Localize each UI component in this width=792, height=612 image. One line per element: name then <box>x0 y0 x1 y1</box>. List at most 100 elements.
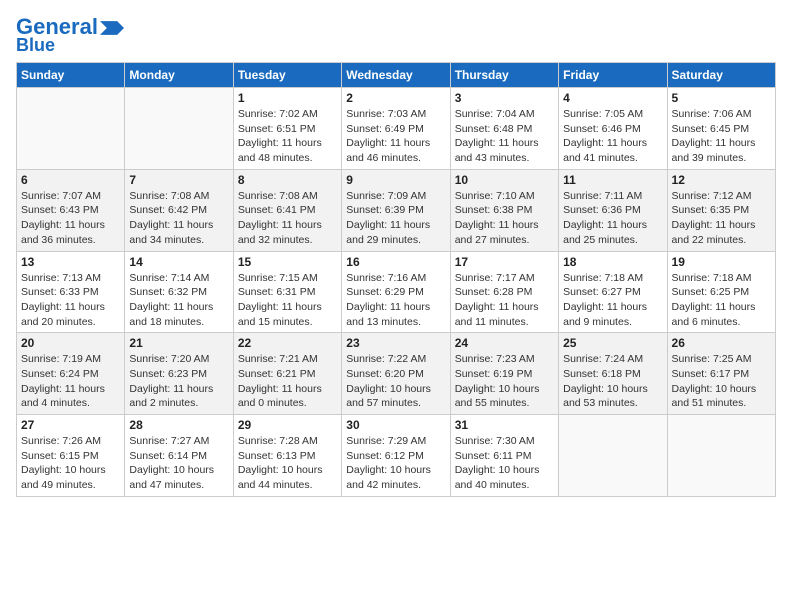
day-info: Sunrise: 7:27 AM Sunset: 6:14 PM Dayligh… <box>129 434 228 493</box>
day-number: 10 <box>455 173 554 187</box>
day-info: Sunrise: 7:14 AM Sunset: 6:32 PM Dayligh… <box>129 271 228 330</box>
day-number: 13 <box>21 255 120 269</box>
calendar-week-row: 27 Sunrise: 7:26 AM Sunset: 6:15 PM Dayli… <box>17 415 776 497</box>
calendar-header-row: SundayMondayTuesdayWednesdayThursdayFrid… <box>17 63 776 88</box>
day-info: Sunrise: 7:11 AM Sunset: 6:36 PM Dayligh… <box>563 189 662 248</box>
day-number: 31 <box>455 418 554 432</box>
day-info: Sunrise: 7:10 AM Sunset: 6:38 PM Dayligh… <box>455 189 554 248</box>
day-info: Sunrise: 7:28 AM Sunset: 6:13 PM Dayligh… <box>238 434 337 493</box>
day-number: 30 <box>346 418 445 432</box>
calendar-cell: 24 Sunrise: 7:23 AM Sunset: 6:19 PM Dayli… <box>450 333 558 415</box>
day-info: Sunrise: 7:25 AM Sunset: 6:17 PM Dayligh… <box>672 352 771 411</box>
page-header: General Blue <box>16 16 776 54</box>
day-number: 16 <box>346 255 445 269</box>
calendar-cell: 15 Sunrise: 7:15 AM Sunset: 6:31 PM Dayli… <box>233 251 341 333</box>
day-info: Sunrise: 7:05 AM Sunset: 6:46 PM Dayligh… <box>563 107 662 166</box>
day-number: 15 <box>238 255 337 269</box>
day-info: Sunrise: 7:06 AM Sunset: 6:45 PM Dayligh… <box>672 107 771 166</box>
calendar-cell: 1 Sunrise: 7:02 AM Sunset: 6:51 PM Daylig… <box>233 88 341 170</box>
calendar-cell: 28 Sunrise: 7:27 AM Sunset: 6:14 PM Dayli… <box>125 415 233 497</box>
calendar-cell: 13 Sunrise: 7:13 AM Sunset: 6:33 PM Dayli… <box>17 251 125 333</box>
day-info: Sunrise: 7:30 AM Sunset: 6:11 PM Dayligh… <box>455 434 554 493</box>
day-info: Sunrise: 7:18 AM Sunset: 6:25 PM Dayligh… <box>672 271 771 330</box>
day-info: Sunrise: 7:03 AM Sunset: 6:49 PM Dayligh… <box>346 107 445 166</box>
day-number: 14 <box>129 255 228 269</box>
day-number: 7 <box>129 173 228 187</box>
weekday-header: Tuesday <box>233 63 341 88</box>
calendar-week-row: 13 Sunrise: 7:13 AM Sunset: 6:33 PM Dayli… <box>17 251 776 333</box>
calendar-week-row: 6 Sunrise: 7:07 AM Sunset: 6:43 PM Daylig… <box>17 169 776 251</box>
calendar-week-row: 20 Sunrise: 7:19 AM Sunset: 6:24 PM Dayli… <box>17 333 776 415</box>
weekday-header: Friday <box>559 63 667 88</box>
day-number: 25 <box>563 336 662 350</box>
calendar-cell <box>125 88 233 170</box>
day-info: Sunrise: 7:23 AM Sunset: 6:19 PM Dayligh… <box>455 352 554 411</box>
day-number: 28 <box>129 418 228 432</box>
day-info: Sunrise: 7:26 AM Sunset: 6:15 PM Dayligh… <box>21 434 120 493</box>
day-info: Sunrise: 7:20 AM Sunset: 6:23 PM Dayligh… <box>129 352 228 411</box>
day-info: Sunrise: 7:18 AM Sunset: 6:27 PM Dayligh… <box>563 271 662 330</box>
calendar-cell: 27 Sunrise: 7:26 AM Sunset: 6:15 PM Dayli… <box>17 415 125 497</box>
calendar-cell: 31 Sunrise: 7:30 AM Sunset: 6:11 PM Dayli… <box>450 415 558 497</box>
day-info: Sunrise: 7:04 AM Sunset: 6:48 PM Dayligh… <box>455 107 554 166</box>
calendar-cell: 6 Sunrise: 7:07 AM Sunset: 6:43 PM Daylig… <box>17 169 125 251</box>
day-info: Sunrise: 7:24 AM Sunset: 6:18 PM Dayligh… <box>563 352 662 411</box>
day-info: Sunrise: 7:22 AM Sunset: 6:20 PM Dayligh… <box>346 352 445 411</box>
day-number: 19 <box>672 255 771 269</box>
calendar-cell: 18 Sunrise: 7:18 AM Sunset: 6:27 PM Dayli… <box>559 251 667 333</box>
weekday-header: Sunday <box>17 63 125 88</box>
calendar-cell: 23Sunrise: 7:22 AM Sunset: 6:20 PM Dayli… <box>342 333 450 415</box>
day-number: 27 <box>21 418 120 432</box>
day-info: Sunrise: 7:29 AM Sunset: 6:12 PM Dayligh… <box>346 434 445 493</box>
day-info: Sunrise: 7:16 AM Sunset: 6:29 PM Dayligh… <box>346 271 445 330</box>
day-number: 26 <box>672 336 771 350</box>
calendar-cell: 26 Sunrise: 7:25 AM Sunset: 6:17 PM Dayli… <box>667 333 775 415</box>
day-info: Sunrise: 7:09 AM Sunset: 6:39 PM Dayligh… <box>346 189 445 248</box>
calendar-cell: 4 Sunrise: 7:05 AM Sunset: 6:46 PM Daylig… <box>559 88 667 170</box>
calendar-cell: 30 Sunrise: 7:29 AM Sunset: 6:12 PM Dayli… <box>342 415 450 497</box>
day-number: 20 <box>21 336 120 350</box>
day-info: Sunrise: 7:13 AM Sunset: 6:33 PM Dayligh… <box>21 271 120 330</box>
calendar-cell: 12 Sunrise: 7:12 AM Sunset: 6:35 PM Dayli… <box>667 169 775 251</box>
day-number: 6 <box>21 173 120 187</box>
day-number: 3 <box>455 91 554 105</box>
day-info: Sunrise: 7:19 AM Sunset: 6:24 PM Dayligh… <box>21 352 120 411</box>
day-info: Sunrise: 7:12 AM Sunset: 6:35 PM Dayligh… <box>672 189 771 248</box>
day-number: 4 <box>563 91 662 105</box>
calendar-cell <box>559 415 667 497</box>
day-number: 1 <box>238 91 337 105</box>
day-info: Sunrise: 7:08 AM Sunset: 6:42 PM Dayligh… <box>129 189 228 248</box>
day-number: 22 <box>238 336 337 350</box>
calendar-table: SundayMondayTuesdayWednesdayThursdayFrid… <box>16 62 776 497</box>
day-info: Sunrise: 7:15 AM Sunset: 6:31 PM Dayligh… <box>238 271 337 330</box>
calendar-cell: 29 Sunrise: 7:28 AM Sunset: 6:13 PM Dayli… <box>233 415 341 497</box>
day-number: 18 <box>563 255 662 269</box>
day-info: Sunrise: 7:17 AM Sunset: 6:28 PM Dayligh… <box>455 271 554 330</box>
weekday-header: Wednesday <box>342 63 450 88</box>
day-number: 5 <box>672 91 771 105</box>
day-number: 12 <box>672 173 771 187</box>
calendar-cell: 20 Sunrise: 7:19 AM Sunset: 6:24 PM Dayli… <box>17 333 125 415</box>
day-number: 21 <box>129 336 228 350</box>
day-number: 17 <box>455 255 554 269</box>
calendar-cell: 22 Sunrise: 7:21 AM Sunset: 6:21 PM Dayli… <box>233 333 341 415</box>
calendar-cell: 17 Sunrise: 7:17 AM Sunset: 6:28 PM Dayli… <box>450 251 558 333</box>
day-number: 8 <box>238 173 337 187</box>
calendar-cell: 16 Sunrise: 7:16 AM Sunset: 6:29 PM Dayli… <box>342 251 450 333</box>
day-info: Sunrise: 7:07 AM Sunset: 6:43 PM Dayligh… <box>21 189 120 248</box>
day-number: 24 <box>455 336 554 350</box>
day-info: Sunrise: 7:21 AM Sunset: 6:21 PM Dayligh… <box>238 352 337 411</box>
day-number: 11 <box>563 173 662 187</box>
weekday-header: Monday <box>125 63 233 88</box>
calendar-cell: 7 Sunrise: 7:08 AM Sunset: 6:42 PM Daylig… <box>125 169 233 251</box>
day-info: Sunrise: 7:08 AM Sunset: 6:41 PM Dayligh… <box>238 189 337 248</box>
calendar-cell <box>667 415 775 497</box>
logo: General Blue <box>16 16 124 54</box>
calendar-cell <box>17 88 125 170</box>
calendar-week-row: 1 Sunrise: 7:02 AM Sunset: 6:51 PM Daylig… <box>17 88 776 170</box>
day-info: Sunrise: 7:02 AM Sunset: 6:51 PM Dayligh… <box>238 107 337 166</box>
calendar-cell: 25 Sunrise: 7:24 AM Sunset: 6:18 PM Dayli… <box>559 333 667 415</box>
weekday-header: Thursday <box>450 63 558 88</box>
calendar-cell: 11 Sunrise: 7:11 AM Sunset: 6:36 PM Dayli… <box>559 169 667 251</box>
day-number: 29 <box>238 418 337 432</box>
